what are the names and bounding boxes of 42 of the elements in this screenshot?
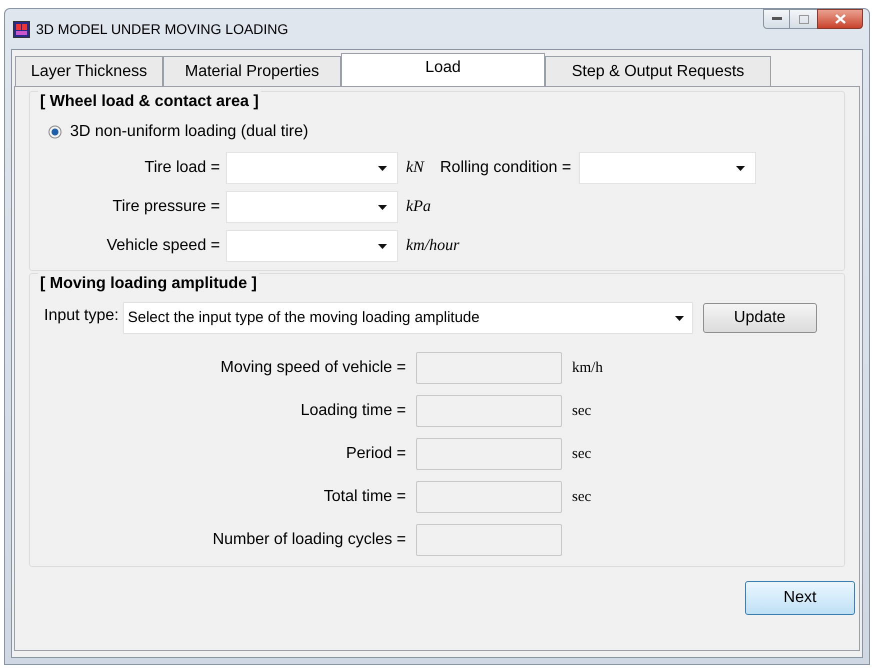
unit-label: sec — [572, 488, 592, 507]
caret-icon — [674, 316, 684, 320]
next-button[interactable]: Next — [745, 581, 855, 615]
field-label: Tire pressure = — [112, 197, 221, 217]
tab[interactable]: Layer Thickness — [15, 56, 163, 86]
radio-option[interactable]: 3D non-uniform loading (dual tire) — [48, 120, 308, 144]
maximize-icon — [798, 14, 808, 24]
tab[interactable]: Material Properties — [163, 56, 341, 86]
unit-label: sec — [572, 402, 592, 421]
caret-icon — [378, 166, 387, 170]
close-button[interactable] — [817, 9, 863, 29]
dropdown[interactable] — [226, 230, 398, 262]
unit-label: km/hour — [406, 236, 460, 256]
close-icon — [834, 14, 846, 24]
caret-icon — [378, 204, 387, 210]
minimize-button[interactable] — [763, 9, 790, 29]
dropdown[interactable] — [226, 191, 398, 223]
update-button[interactable]: Update — [702, 303, 817, 333]
caret-icon — [736, 166, 746, 170]
dropdown[interactable]: Select the input type of the moving loading amplitude — [122, 302, 693, 334]
minimize-icon — [772, 17, 782, 21]
radio-button[interactable] — [48, 125, 62, 139]
dropdown[interactable] — [226, 152, 398, 184]
unit-label: kN — [406, 158, 426, 178]
field-label: Tire load = — [144, 158, 221, 178]
unit-label: km/h — [572, 358, 603, 378]
field-label: Moving speed of vehicle = — [220, 358, 407, 378]
caret-icon — [378, 244, 387, 248]
field-label: Total time = — [322, 487, 407, 507]
field-label: Period = — [344, 444, 407, 464]
unit-label: sec — [572, 444, 592, 464]
tab[interactable]: Load — [341, 53, 545, 87]
window-title: 3D MODEL UNDER MOVING LOADING — [36, 20, 288, 38]
dropdown[interactable] — [579, 152, 756, 184]
unit-label: kPa — [406, 197, 432, 217]
app-icon — [13, 20, 30, 38]
field-label: Rolling condition = — [440, 158, 572, 178]
field-label: Vehicle speed = — [106, 236, 221, 256]
tab[interactable]: Step & Output Requests — [545, 56, 771, 86]
field-label: Number of loading cycles = — [212, 530, 407, 550]
field-label: Input type: — [44, 306, 119, 326]
field-label: Loading time = — [300, 401, 407, 421]
